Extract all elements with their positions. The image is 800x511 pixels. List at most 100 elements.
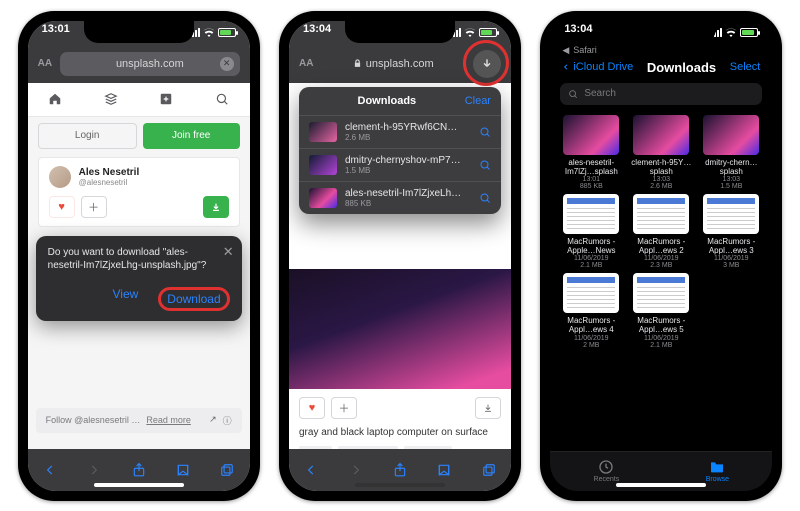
file-size: 1.5 MB <box>720 183 742 190</box>
tabs-icon[interactable] <box>220 463 234 477</box>
magnify-icon[interactable] <box>479 126 491 138</box>
magnify-icon[interactable] <box>479 192 491 204</box>
magnify-icon[interactable] <box>479 159 491 171</box>
add-to-collection-icon[interactable]: ＋ <box>331 397 357 419</box>
follow-text: Follow @alesnesetril … <box>46 415 141 425</box>
file-size: 885 KB <box>580 183 603 190</box>
search-input[interactable]: Search <box>560 83 762 105</box>
file-item[interactable]: MacRumors - Appl…ews 4 11/06/2019 2 MB <box>558 273 624 348</box>
join-free-button[interactable]: Join free <box>143 123 240 149</box>
file-size: 3 MB <box>723 262 739 269</box>
downloads-button[interactable] <box>473 50 501 78</box>
file-date: 13:03 <box>723 176 741 183</box>
file-item[interactable]: dmitry-chern…splash 13:03 1.5 MB <box>698 115 764 190</box>
file-date: 11/06/2019 <box>574 255 609 262</box>
file-date: 11/06/2019 <box>644 255 679 262</box>
image-download-button[interactable] <box>475 397 501 419</box>
download-item[interactable]: ales-nesetril-Im7lZjxeLh… 885 KB <box>299 181 501 214</box>
author-handle[interactable]: @alesnesetril <box>79 178 140 187</box>
download-item[interactable]: clement-h-95YRwf6CN… 2.6 MB <box>299 115 501 148</box>
file-name: dmitry-chern…splash <box>698 158 764 176</box>
url-bar[interactable]: unsplash.com <box>321 52 465 76</box>
download-prompt: ✕ Do you want to download "ales-nesetril… <box>36 236 242 321</box>
download-link[interactable]: Download <box>158 287 229 311</box>
download-size: 2.6 MB <box>345 133 471 142</box>
add-icon[interactable] <box>159 92 173 106</box>
file-size: 2.3 MB <box>650 262 672 269</box>
author-name[interactable]: Ales Nesetril <box>79 167 140 178</box>
page-title: Downloads <box>639 60 724 75</box>
forward-icon[interactable] <box>349 463 363 477</box>
clear-button[interactable]: Clear <box>465 95 491 107</box>
heart-icon[interactable]: ♥ <box>49 196 75 218</box>
site-nav <box>28 83 250 117</box>
share-icon[interactable] <box>132 462 146 478</box>
file-name: MacRumors - Appl…ews 4 <box>558 316 624 334</box>
download-name: clement-h-95YRwf6CN… <box>345 122 471 133</box>
bookmarks-icon[interactable] <box>437 463 451 477</box>
tabs-icon[interactable] <box>482 463 496 477</box>
file-name: MacRumors - Appl…ews 5 <box>628 316 694 334</box>
layers-icon[interactable] <box>104 92 118 106</box>
download-size: 885 KB <box>345 199 471 208</box>
follow-bar: Follow @alesnesetril … Read more ↗ ⓘ <box>36 408 242 433</box>
image-caption: gray and black laptop computer on surfac… <box>289 423 511 442</box>
download-item[interactable]: dmitry-chernyshov-mP7… 1.5 MB <box>299 148 501 181</box>
hero-image[interactable] <box>289 269 511 389</box>
view-link[interactable]: View <box>112 287 138 311</box>
download-size: 1.5 MB <box>345 166 471 175</box>
heart-icon[interactable]: ♥ <box>299 397 325 419</box>
reader-aa-button[interactable]: AA <box>299 58 313 69</box>
status-time: 13:01 <box>42 23 70 43</box>
file-date: 11/06/2019 <box>714 255 749 262</box>
download-name: ales-nesetril-Im7lZjxeLh… <box>345 188 471 199</box>
home-icon[interactable] <box>48 92 62 106</box>
clear-url-icon[interactable]: ✕ <box>220 57 234 71</box>
bookmarks-icon[interactable] <box>176 463 190 477</box>
battery-icon <box>740 28 758 37</box>
close-icon[interactable]: ✕ <box>223 244 234 260</box>
site-search-icon[interactable] <box>215 92 229 106</box>
login-button[interactable]: Login <box>38 123 137 149</box>
search-icon <box>568 89 578 99</box>
battery-icon <box>218 28 236 37</box>
info-icon[interactable]: ⓘ <box>223 414 232 427</box>
back-button[interactable]: iCloud Drive <box>562 61 633 73</box>
file-item[interactable]: ales-nesetril-Im7lZj…splash 13:01 885 KB <box>558 115 624 190</box>
file-item[interactable]: MacRumors - Appl…ews 3 11/06/2019 3 MB <box>698 194 764 269</box>
file-size: 2.1 MB <box>580 262 602 269</box>
add-to-collection-icon[interactable]: ＋ <box>81 196 107 218</box>
read-more-link[interactable]: Read more <box>146 415 191 425</box>
download-thumb <box>309 155 337 175</box>
back-icon[interactable] <box>304 463 318 477</box>
status-time: 13:04 <box>564 23 592 43</box>
file-item[interactable]: MacRumors - Appl…ews 5 11/06/2019 2.1 MB <box>628 273 694 348</box>
image-download-button[interactable] <box>203 196 229 218</box>
forward-icon[interactable] <box>87 463 101 477</box>
file-item[interactable]: MacRumors - Apple…News 11/06/2019 2.1 MB <box>558 194 624 269</box>
file-item[interactable]: clement-h-95Y…splash 13:03 2.6 MB <box>628 115 694 190</box>
file-thumb <box>703 115 759 155</box>
file-date: 13:01 <box>583 176 601 183</box>
file-size: 2.1 MB <box>650 342 672 349</box>
file-item[interactable]: MacRumors - Appl…ews 2 11/06/2019 2.3 MB <box>628 194 694 269</box>
file-thumb <box>633 273 689 313</box>
back-icon[interactable] <box>43 463 57 477</box>
file-name: ales-nesetril-Im7lZj…splash <box>558 158 624 176</box>
tab-recents[interactable]: Recents <box>594 459 620 483</box>
reader-aa-button[interactable]: AA <box>38 58 52 69</box>
avatar[interactable] <box>49 166 71 188</box>
share-icon[interactable] <box>393 462 407 478</box>
url-bar[interactable]: unsplash.com ✕ <box>60 52 240 76</box>
file-name: MacRumors - Apple…News <box>558 237 624 255</box>
file-date: 13:03 <box>653 176 671 183</box>
wifi-icon <box>725 28 737 38</box>
file-thumb <box>703 194 759 234</box>
file-size: 2 MB <box>583 342 599 349</box>
select-button[interactable]: Select <box>730 61 761 73</box>
file-thumb <box>563 115 619 155</box>
share-icon[interactable]: ↗ <box>209 414 217 427</box>
file-name: MacRumors - Appl…ews 3 <box>698 237 764 255</box>
downloads-popover: Downloads Clear clement-h-95YRwf6CN… 2.6… <box>299 87 501 214</box>
tab-browse[interactable]: Browse <box>706 459 729 483</box>
